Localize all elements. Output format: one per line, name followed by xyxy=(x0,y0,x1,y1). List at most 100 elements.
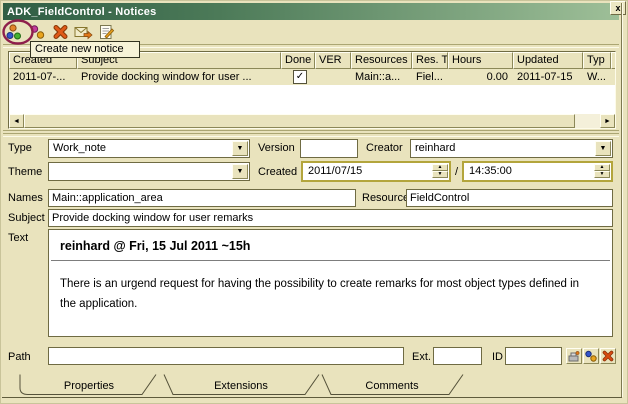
scroll-right-icon: ► xyxy=(604,118,611,125)
tab-properties-label: Properties xyxy=(64,380,115,392)
scroll-left-icon: ◄ xyxy=(13,118,20,125)
column-header-done[interactable]: Done xyxy=(281,52,315,69)
toolbar xyxy=(5,23,116,42)
time-spinner: ▲ ▼ xyxy=(594,164,610,179)
link-balls-icon xyxy=(583,348,599,364)
type-value: Work_note xyxy=(53,142,106,154)
chevron-down-icon[interactable]: ▼ xyxy=(232,164,248,179)
delete-notice-button[interactable] xyxy=(51,23,70,41)
cell-hours: 0.00 xyxy=(448,71,513,83)
tab-extensions[interactable]: Extensions xyxy=(164,375,319,395)
text-heading: reinhard @ Fri, 15 Jul 2011 ~15h xyxy=(60,239,601,253)
path-input[interactable] xyxy=(48,347,404,365)
cell-created: 2011-07-... xyxy=(9,71,77,83)
send-mail-icon xyxy=(74,23,93,41)
link-notice-icon xyxy=(28,23,47,41)
new-notice-icon xyxy=(5,23,24,41)
window-frame-bottom xyxy=(2,397,622,398)
column-header-partial[interactable]: I xyxy=(611,52,615,69)
notices-window: ADK_FieldControl - Notices x xyxy=(0,0,628,404)
delete-icon xyxy=(600,348,616,364)
created-time-field[interactable]: 14:35:00 ▲ ▼ xyxy=(462,161,613,182)
path-output-button[interactable] xyxy=(566,348,582,364)
table-horizontal-scrollbar[interactable]: ◄ ► xyxy=(9,114,615,128)
delete-icon xyxy=(51,23,70,41)
chevron-down-icon[interactable]: ▼ xyxy=(595,141,611,156)
creator-value: reinhard xyxy=(415,142,455,154)
titlebar: ADK_FieldControl - Notices xyxy=(3,3,619,20)
date-spinner: ▲ ▼ xyxy=(432,164,448,179)
text-separator xyxy=(51,260,610,261)
column-header-hours[interactable]: Hours xyxy=(448,52,513,69)
cell-updated: 2011-07-15 xyxy=(513,71,583,83)
tooltip: Create new notice xyxy=(30,41,140,58)
path-link-button[interactable] xyxy=(583,348,599,364)
table-row[interactable]: 2011-07-... Provide docking window for u… xyxy=(9,69,615,85)
column-header-res-type[interactable]: Res. T xyxy=(412,52,448,69)
link-notice-button[interactable] xyxy=(28,23,47,41)
send-notice-button[interactable] xyxy=(74,23,93,41)
date-time-separator: / xyxy=(455,166,458,178)
names-input[interactable] xyxy=(48,189,356,207)
text-label: Text xyxy=(8,232,28,244)
spin-down-icon[interactable]: ▼ xyxy=(432,171,448,178)
tab-properties[interactable]: Properties xyxy=(20,375,156,395)
check-icon: ✓ xyxy=(296,71,304,82)
scrollbar-thumb[interactable] xyxy=(24,114,575,128)
window-title: ADK_FieldControl - Notices xyxy=(3,6,156,18)
subject-input[interactable] xyxy=(48,209,613,227)
splitter[interactable] xyxy=(3,133,619,137)
cell-subject: Provide docking window for user ... xyxy=(77,71,281,83)
close-icon: x xyxy=(615,3,620,13)
spin-down-icon[interactable]: ▼ xyxy=(594,171,610,178)
ext-label: Ext. xyxy=(412,351,431,363)
created-label: Created xyxy=(258,166,297,178)
text-body: There is an urgend request for having th… xyxy=(60,274,595,314)
column-header-updated[interactable]: Updated xyxy=(513,52,583,69)
path-delete-button[interactable] xyxy=(600,348,616,364)
id-input[interactable] xyxy=(505,347,562,365)
names-label: Names xyxy=(8,192,43,204)
type-label: Type xyxy=(8,142,32,154)
column-header-typ[interactable]: Typ xyxy=(583,52,611,69)
version-input[interactable] xyxy=(300,139,358,158)
edit-document-icon xyxy=(97,23,116,41)
creator-label: Creator xyxy=(366,142,403,154)
notices-table: Created Subject Done VER Resources Res. … xyxy=(8,51,616,129)
path-label: Path xyxy=(8,351,31,363)
cell-typ: W... xyxy=(583,71,611,83)
column-header-ver[interactable]: VER xyxy=(315,52,351,69)
tab-comments-label: Comments xyxy=(365,380,419,392)
done-checkbox[interactable]: ✓ xyxy=(293,70,307,84)
resource-input[interactable] xyxy=(406,189,613,207)
created-time-value: 14:35:00 xyxy=(469,165,512,177)
subject-label: Subject xyxy=(8,212,45,224)
type-combo[interactable]: Work_note ▼ xyxy=(48,139,250,158)
scroll-left-button[interactable]: ◄ xyxy=(9,114,24,128)
cell-done: ✓ xyxy=(281,70,315,84)
created-date-value: 2011/07/15 xyxy=(308,165,362,177)
created-date-field[interactable]: 2011/07/15 ▲ ▼ xyxy=(301,161,451,182)
column-header-resources[interactable]: Resources xyxy=(351,52,412,69)
window-frame-right-highlight xyxy=(622,3,623,397)
ext-input[interactable] xyxy=(433,347,482,365)
tab-extensions-label: Extensions xyxy=(214,380,268,392)
version-label: Version xyxy=(258,142,295,154)
text-editor[interactable]: reinhard @ Fri, 15 Jul 2011 ~15h There i… xyxy=(48,229,613,337)
tab-comments[interactable]: Comments xyxy=(322,375,463,395)
device-icon xyxy=(566,348,582,364)
close-button[interactable]: x xyxy=(610,1,626,15)
scroll-right-button[interactable]: ► xyxy=(600,114,615,128)
creator-combo[interactable]: reinhard ▼ xyxy=(410,139,613,158)
cell-resources: Main::a... xyxy=(351,71,412,83)
theme-combo[interactable]: ▼ xyxy=(48,162,250,181)
id-label: ID xyxy=(492,351,503,363)
chevron-down-icon[interactable]: ▼ xyxy=(232,141,248,156)
new-notice-button[interactable] xyxy=(5,23,24,41)
theme-label: Theme xyxy=(8,166,42,178)
spin-up-icon[interactable]: ▲ xyxy=(432,164,448,171)
resource-label: Resource xyxy=(362,192,409,204)
cell-res-type: Fiel... xyxy=(412,71,448,83)
edit-properties-button[interactable] xyxy=(97,23,116,41)
spin-up-icon[interactable]: ▲ xyxy=(594,164,610,171)
